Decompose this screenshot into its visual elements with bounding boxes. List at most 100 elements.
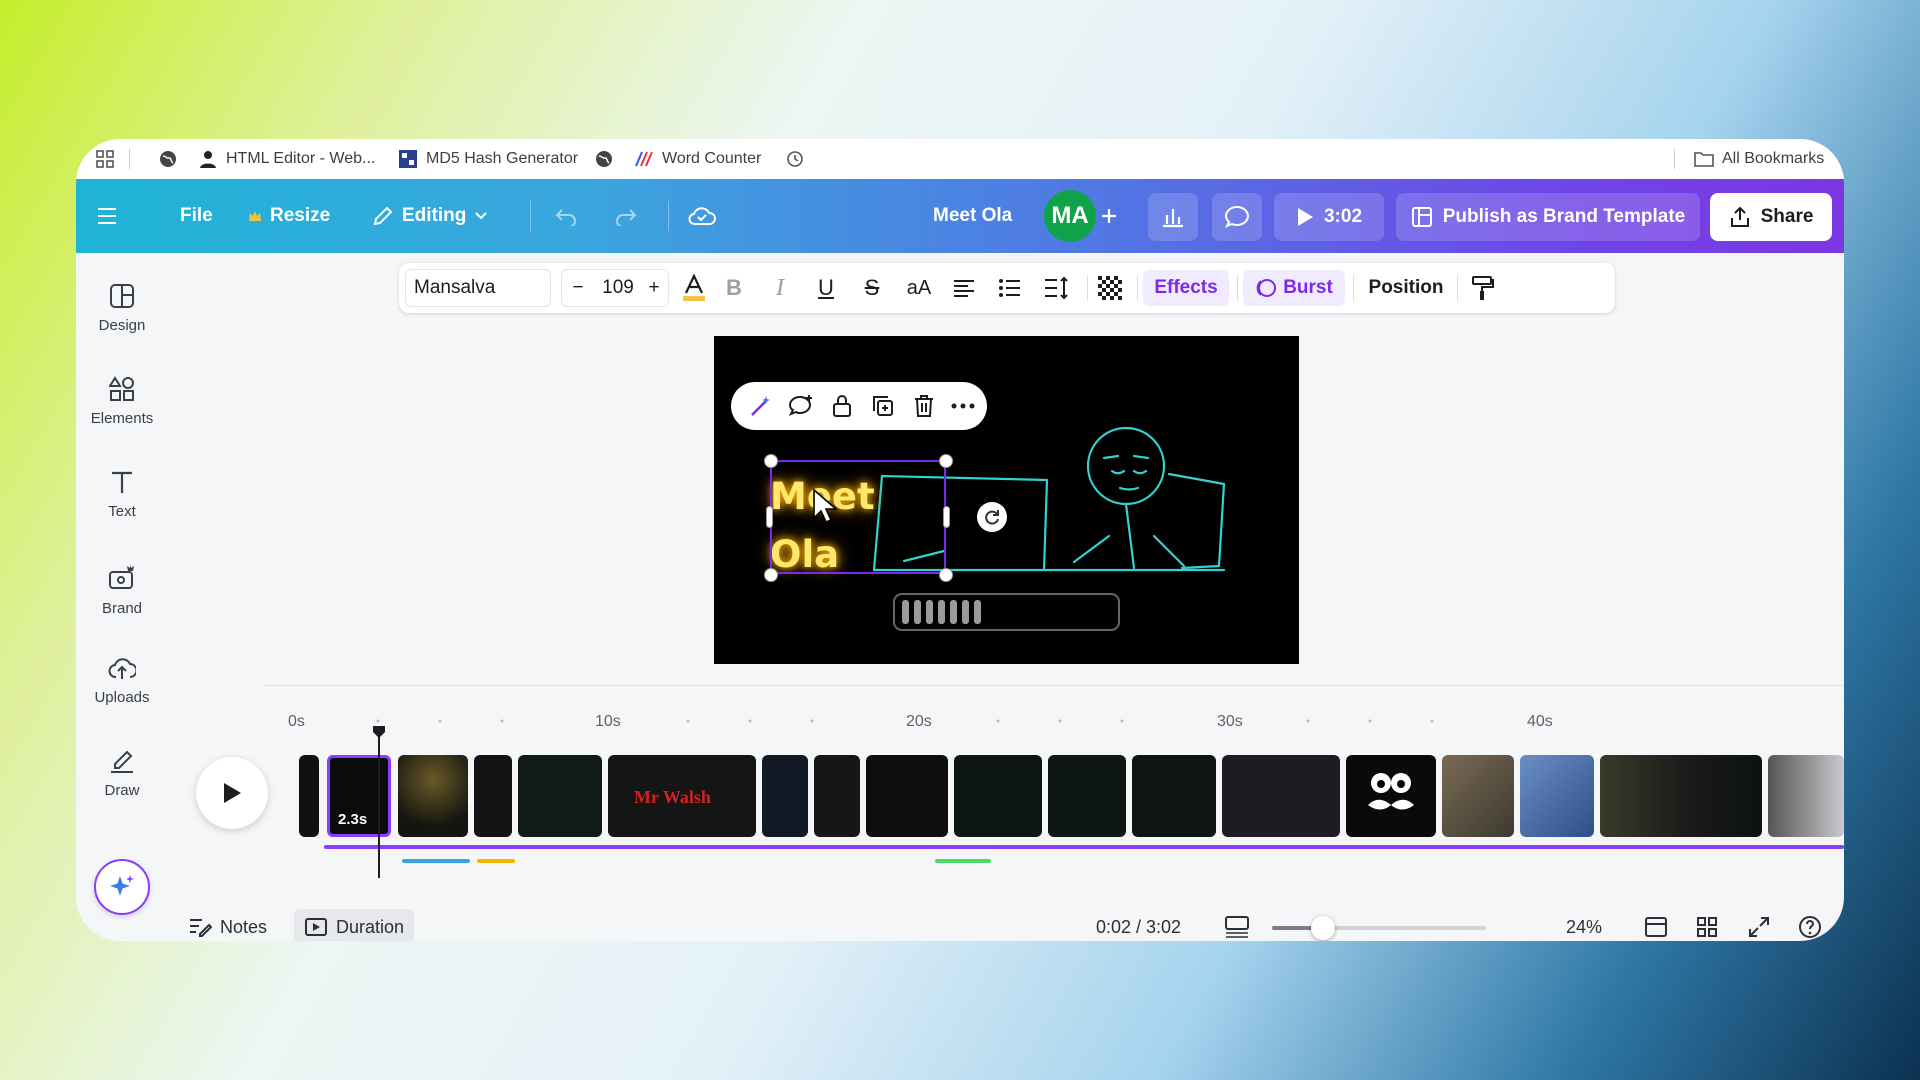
timeline-clip[interactable] bbox=[1442, 755, 1514, 837]
publish-brand-template-button[interactable]: Publish as Brand Template bbox=[1396, 193, 1700, 241]
magic-ai-button[interactable] bbox=[94, 859, 150, 915]
font-size-increase[interactable]: + bbox=[639, 263, 669, 313]
audio-clip[interactable] bbox=[477, 859, 515, 863]
effects-button[interactable]: Effects bbox=[1143, 270, 1229, 306]
timeline-clip[interactable] bbox=[1768, 755, 1844, 837]
timeline-clip[interactable] bbox=[1600, 755, 1762, 837]
audio-clip[interactable] bbox=[402, 859, 470, 863]
comments-button[interactable] bbox=[1212, 193, 1262, 241]
history-icon[interactable] bbox=[786, 139, 804, 179]
zoom-level[interactable]: 24% bbox=[1566, 909, 1602, 941]
cloud-save-button[interactable] bbox=[688, 179, 716, 253]
align-button[interactable] bbox=[947, 263, 981, 313]
insights-button[interactable] bbox=[1148, 193, 1198, 241]
strikethrough-button[interactable]: S bbox=[855, 263, 889, 313]
design-title[interactable]: Meet Ola bbox=[933, 179, 1012, 253]
redo-button[interactable] bbox=[614, 179, 638, 253]
sidebar-item-uploads[interactable]: Uploads bbox=[76, 655, 168, 735]
resize-handle[interactable] bbox=[764, 454, 778, 468]
font-size-decrease[interactable]: − bbox=[563, 263, 593, 313]
font-family-select[interactable]: Mansalva bbox=[405, 269, 551, 307]
editing-mode-dropdown[interactable]: Editing bbox=[372, 179, 488, 253]
clip-duration: 2.3s bbox=[338, 811, 368, 828]
page-view-button[interactable] bbox=[1224, 909, 1250, 941]
text-color-button[interactable] bbox=[677, 263, 711, 313]
audio-track[interactable] bbox=[324, 845, 1844, 849]
timeline-clip[interactable] bbox=[1222, 755, 1340, 837]
lock-button[interactable] bbox=[824, 382, 860, 430]
underline-button[interactable]: U bbox=[809, 263, 843, 313]
zoom-slider-thumb[interactable] bbox=[1311, 916, 1335, 940]
timeline-clip-selected[interactable]: 2.3s bbox=[327, 755, 391, 837]
sidebar-item-text[interactable]: Text bbox=[76, 469, 168, 549]
resize-handle[interactable] bbox=[764, 568, 778, 582]
selection-box[interactable] bbox=[770, 460, 946, 574]
letter-case-button[interactable]: aA bbox=[899, 263, 939, 313]
help-button[interactable] bbox=[1798, 909, 1822, 941]
bookmark-html-editor[interactable]: HTML Editor - Web... bbox=[198, 139, 375, 179]
timeline-clip[interactable] bbox=[398, 755, 468, 837]
timeline-play-button[interactable] bbox=[196, 757, 268, 829]
resize-handle[interactable] bbox=[939, 454, 953, 468]
timeline-clip[interactable] bbox=[866, 755, 948, 837]
side-handle[interactable] bbox=[766, 506, 773, 528]
zoom-slider-track[interactable] bbox=[1272, 916, 1486, 940]
present-play-button[interactable]: 3:02 bbox=[1274, 193, 1384, 241]
bold-button[interactable]: B bbox=[717, 263, 751, 313]
comment-add-icon bbox=[788, 394, 814, 418]
timeline-clip[interactable] bbox=[474, 755, 512, 837]
timeline-clip[interactable] bbox=[1346, 755, 1436, 837]
sidebar-item-design[interactable]: Design bbox=[76, 283, 168, 363]
sidebar-item-brand[interactable]: Brand bbox=[76, 562, 168, 642]
timeline-clip[interactable] bbox=[299, 755, 319, 837]
side-handle[interactable] bbox=[943, 506, 950, 528]
spacing-button[interactable] bbox=[1039, 263, 1073, 313]
more-options-button[interactable] bbox=[945, 382, 981, 430]
playhead-marker-icon[interactable] bbox=[372, 725, 386, 744]
audio-clip[interactable] bbox=[935, 859, 991, 863]
sidebar-item-draw[interactable]: Draw bbox=[76, 748, 168, 828]
share-button[interactable]: Share bbox=[1710, 193, 1832, 241]
copy-style-button[interactable] bbox=[1463, 263, 1503, 313]
layout-view-button[interactable] bbox=[1644, 909, 1668, 941]
timeline-clip[interactable] bbox=[1048, 755, 1126, 837]
font-size-value[interactable]: 109 bbox=[593, 263, 643, 313]
timeline-clip[interactable] bbox=[762, 755, 808, 837]
avatar[interactable]: MA bbox=[1044, 190, 1096, 242]
italic-button[interactable]: I bbox=[763, 263, 797, 313]
playhead[interactable] bbox=[378, 732, 380, 878]
duplicate-button[interactable] bbox=[865, 382, 901, 430]
duration-button[interactable]: Duration bbox=[294, 909, 415, 941]
file-menu[interactable]: File bbox=[180, 179, 213, 253]
transparency-button[interactable] bbox=[1093, 263, 1127, 313]
timeline-clip[interactable] bbox=[1132, 755, 1216, 837]
timeline-clip[interactable] bbox=[954, 755, 1042, 837]
globe-icon-2[interactable] bbox=[594, 139, 614, 179]
all-bookmarks[interactable]: All Bookmarks bbox=[1694, 139, 1824, 179]
timeline-clip[interactable] bbox=[1520, 755, 1594, 837]
resize-handle[interactable] bbox=[939, 568, 953, 582]
fullscreen-button[interactable] bbox=[1748, 909, 1770, 941]
rotate-handle[interactable] bbox=[977, 502, 1007, 532]
apps-grid-icon[interactable] bbox=[96, 139, 114, 179]
list-button[interactable] bbox=[993, 263, 1027, 313]
bookmark-md5[interactable]: MD5 Hash Generator bbox=[398, 139, 578, 179]
sidebar-item-elements[interactable]: Elements bbox=[76, 376, 168, 456]
bookmark-word-counter[interactable]: Word Counter bbox=[634, 139, 761, 179]
position-button[interactable]: Position bbox=[1361, 263, 1451, 313]
magic-edit-button[interactable] bbox=[743, 382, 779, 430]
resize-button[interactable]: Resize bbox=[248, 179, 330, 253]
globe-icon[interactable] bbox=[158, 139, 178, 179]
notes-button[interactable]: Notes bbox=[188, 909, 267, 941]
delete-button[interactable] bbox=[906, 382, 942, 430]
grid-view-button[interactable] bbox=[1696, 909, 1718, 941]
text-icon bbox=[109, 469, 135, 495]
undo-button[interactable] bbox=[554, 179, 578, 253]
timeline-clip[interactable]: Mr Walsh bbox=[608, 755, 756, 837]
add-comment-button[interactable] bbox=[783, 382, 819, 430]
menu-button[interactable] bbox=[96, 179, 118, 253]
timeline-clip[interactable] bbox=[518, 755, 602, 837]
timeline-clip[interactable] bbox=[814, 755, 860, 837]
invite-button[interactable] bbox=[1100, 179, 1118, 253]
animation-burst-button[interactable]: Burst bbox=[1243, 270, 1345, 306]
